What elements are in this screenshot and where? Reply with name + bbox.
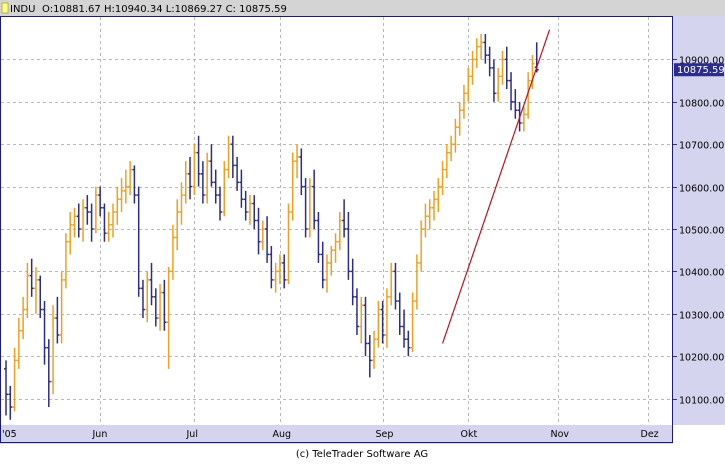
y-axis-panel bbox=[673, 16, 725, 425]
header-marker bbox=[1, 2, 9, 14]
price-chart[interactable]: INDU O:10881.67 H:10940.34 L:10869.27 C:… bbox=[0, 0, 725, 460]
x-tick-label: Aug bbox=[273, 429, 292, 440]
x-tick-label: Nov bbox=[551, 429, 570, 440]
y-tick-label: 10200.00 bbox=[679, 353, 724, 364]
x-tick-label: '05 bbox=[2, 429, 17, 440]
x-tick-label: Sep bbox=[376, 429, 394, 440]
copyright-text: (c) TeleTrader Software AG bbox=[296, 449, 428, 460]
y-axis-ticks: 10100.00 10200.00 10300.00 10400.00 10500.00… bbox=[673, 56, 724, 407]
y-tick-label: 10100.00 bbox=[679, 396, 724, 407]
y-tick-label: 10400.00 bbox=[679, 268, 724, 279]
y-tick-label: 10700.00 bbox=[679, 141, 724, 152]
chart-window: INDU O:10881.67 H:10940.34 L:10869.27 C:… bbox=[0, 0, 725, 460]
y-tick-label: 10800.00 bbox=[679, 99, 724, 110]
y-tick-label: 10300.00 bbox=[679, 311, 724, 322]
y-tick-label: 10600.00 bbox=[679, 184, 724, 195]
x-tick-label: Dez bbox=[641, 429, 659, 440]
last-price-tag-text: 10875.59 bbox=[677, 65, 725, 76]
x-tick-label: Jun bbox=[92, 429, 108, 440]
y-tick-label: 10500.00 bbox=[679, 226, 724, 237]
header-ohlc: O:10881.67 H:10940.34 L:10869.27 C: 1087… bbox=[42, 4, 287, 15]
x-tick-label: Okt bbox=[461, 429, 478, 440]
last-price-tag: 10875.59 bbox=[674, 63, 725, 77]
header-symbol: INDU bbox=[10, 4, 35, 15]
x-tick-label: Jul bbox=[186, 429, 198, 440]
